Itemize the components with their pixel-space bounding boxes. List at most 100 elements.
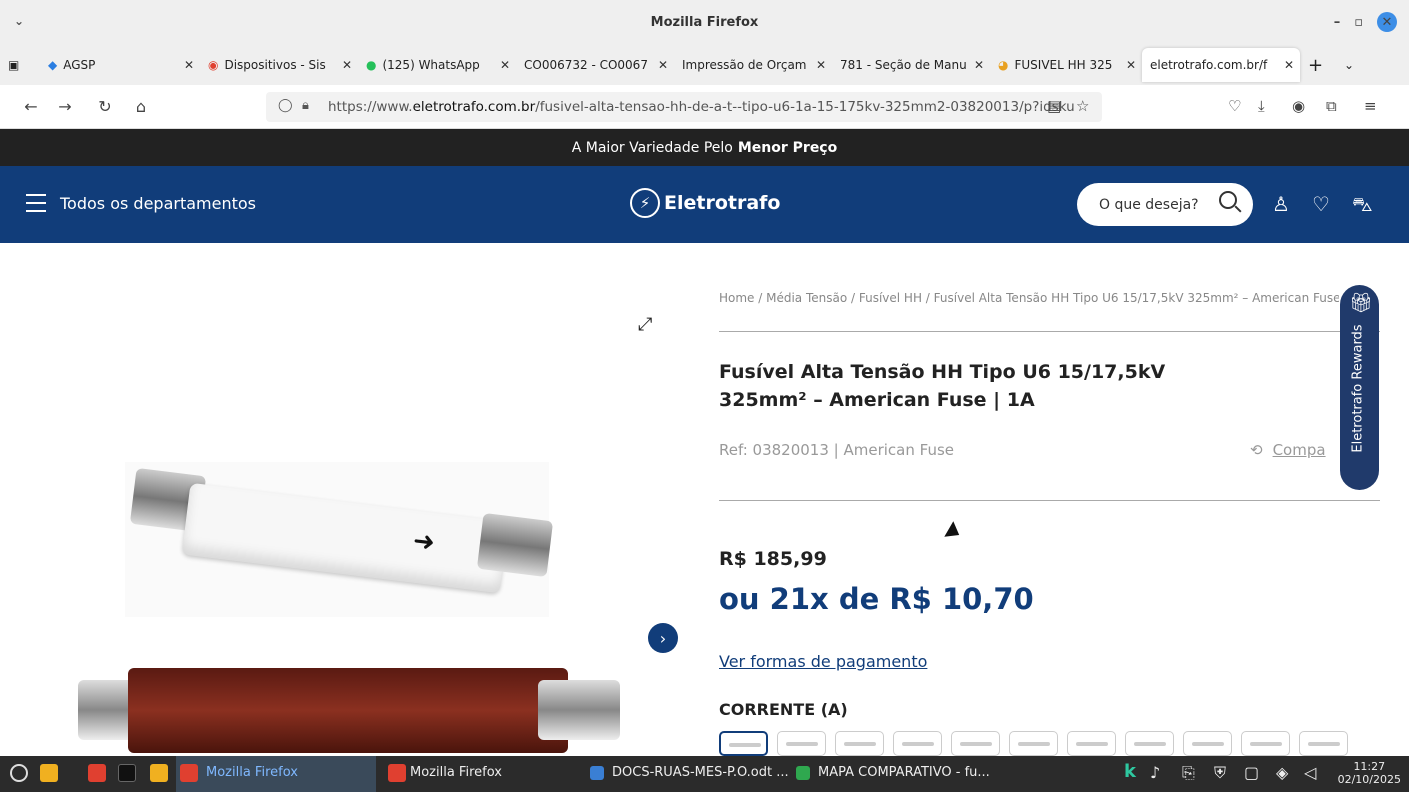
tab-close-icon[interactable]: ✕ <box>500 58 510 72</box>
reader-view-icon[interactable]: ▤ <box>1047 97 1061 115</box>
display-icon[interactable]: ▢ <box>1244 763 1259 782</box>
lock-icon[interactable]: 🔒︎ <box>302 98 309 113</box>
option-swatch[interactable] <box>1299 731 1348 756</box>
tab-close-icon[interactable]: ✕ <box>816 58 826 72</box>
tab-bar: ▣ ◆ AGSP ✕ ◉ Dispositivos - Sis ✕ ● (125) Wha… <box>0 45 1409 85</box>
option-label: CORRENTE (A) <box>719 700 848 719</box>
option-swatch[interactable] <box>1125 731 1174 756</box>
payment-options-link[interactable]: Ver formas de pagamento <box>719 652 927 671</box>
tab-close-icon[interactable]: ✕ <box>184 58 194 72</box>
home-icon[interactable]: ⌂ <box>126 97 156 116</box>
search-input[interactable]: O que deseja? <box>1077 183 1253 226</box>
files-icon[interactable] <box>40 764 58 782</box>
minimize-icon[interactable]: – <box>1334 15 1341 30</box>
tab-close-icon[interactable]: ✕ <box>342 58 352 72</box>
tab-list-chevron-icon[interactable]: ⌄ <box>1336 48 1366 82</box>
tab-fusivel[interactable]: ◕ FUSIVEL HH 325 ✕ <box>990 48 1142 82</box>
gift-icon: 🎁︎ <box>1349 292 1374 314</box>
search-icon[interactable] <box>1219 191 1237 209</box>
shield-icon[interactable]: ◯ <box>278 98 293 113</box>
start-menu-icon[interactable] <box>10 764 28 782</box>
calc-sheet-icon <box>796 766 810 780</box>
close-window-icon[interactable]: ✕ <box>1377 12 1397 32</box>
app-menu-icon[interactable]: ≡ <box>1364 97 1377 115</box>
extensions-icon[interactable]: ⧉ <box>1326 97 1337 115</box>
hamburger-menu-icon[interactable] <box>26 194 46 212</box>
kde-connect-icon[interactable]: k <box>1124 761 1136 782</box>
tab-close-icon[interactable]: ✕ <box>658 58 668 72</box>
product-ref: Ref: 03820013 | American Fuse <box>719 441 954 459</box>
reload-icon[interactable]: ↻ <box>90 97 120 116</box>
promo-banner: A Maior Variedade Pelo Menor Preço <box>0 129 1409 166</box>
tab-secao[interactable]: 781 - Seção de Manu ✕ <box>832 48 990 82</box>
new-tab-icon[interactable]: + <box>1300 48 1336 82</box>
option-swatch[interactable] <box>1241 731 1290 756</box>
cart-icon[interactable]: ⛍ <box>1352 192 1373 219</box>
firefox-icon <box>180 764 198 782</box>
breadcrumb[interactable]: Home / Média Tensão / Fusível HH / Fusív… <box>719 291 1339 305</box>
tab-impressao[interactable]: Impressão de Orçam ✕ <box>674 48 832 82</box>
tab-close-icon[interactable]: ✕ <box>974 58 984 72</box>
taskbar-item-firefox[interactable]: Mozilla Firefox <box>384 756 574 792</box>
security-shield-icon[interactable]: ⛨ <box>1214 763 1226 783</box>
navigation-bar: ← → ↻ ⌂ ◯ 🔒︎ https://www. eletrotrafo.com… <box>0 85 1409 129</box>
wishlist-heart-icon[interactable]: ♡ <box>1312 192 1330 216</box>
share-icon: ⟲ <box>1250 441 1263 459</box>
tab-overview-icon[interactable]: ▣ <box>0 48 40 82</box>
option-swatch[interactable] <box>1067 731 1116 756</box>
lightning-logo-icon: ⚡︎ <box>630 188 660 218</box>
current-option-swatches <box>719 731 1348 756</box>
os-taskbar: Mozilla Firefox Mozilla Firefox DOCS-RUA… <box>0 756 1409 792</box>
tab-agsp[interactable]: ◆ AGSP ✕ <box>40 48 200 82</box>
tab-co006732[interactable]: CO006732 - CO0067 ✕ <box>516 48 674 82</box>
departments-menu[interactable]: Todos os departamentos <box>60 194 256 213</box>
volume-icon[interactable]: ◁ <box>1304 763 1316 782</box>
forward-icon[interactable]: → <box>50 97 80 116</box>
option-swatch[interactable] <box>951 731 1000 756</box>
download-icon[interactable]: ⤓ <box>1258 97 1265 115</box>
expand-icon[interactable]: ⤢ <box>638 314 652 335</box>
option-swatch[interactable] <box>1009 731 1058 756</box>
account-icon[interactable]: ◉ <box>1292 97 1305 115</box>
firefox-launcher-icon[interactable] <box>88 764 106 782</box>
option-swatch[interactable] <box>1183 731 1232 756</box>
window-menu-chevron-icon[interactable]: ⌄ <box>14 14 24 28</box>
site-logo[interactable]: ⚡︎ Eletrotrafo <box>630 188 780 218</box>
agsp-favicon-icon: ◆ <box>48 58 58 72</box>
back-icon[interactable]: ← <box>16 97 46 116</box>
user-icon[interactable]: ♙ <box>1272 192 1290 216</box>
pocket-icon[interactable]: ♡ <box>1228 97 1241 115</box>
restore-icon[interactable]: ▫ <box>1354 15 1363 30</box>
option-swatch[interactable] <box>893 731 942 756</box>
tab-close-icon[interactable]: ✕ <box>1284 58 1294 72</box>
option-swatch[interactable] <box>719 731 768 756</box>
rewards-tab[interactable]: 🎁︎ Eletrotrafo Rewards <box>1340 285 1379 490</box>
clock[interactable]: 11:27 02/10/2025 <box>1338 760 1401 786</box>
firefox-icon <box>388 764 406 782</box>
gallery-next-button[interactable]: › <box>648 623 678 653</box>
whatsapp-favicon-icon: ● <box>366 58 377 72</box>
clipboard-icon[interactable]: ⎘ <box>1182 763 1195 783</box>
shield-favicon-icon: ◉ <box>208 58 219 72</box>
site-header: Todos os departamentos ⚡︎ Eletrotrafo O … <box>0 166 1409 243</box>
folder-icon[interactable] <box>150 764 168 782</box>
tab-close-icon[interactable]: ✕ <box>1126 58 1136 72</box>
network-icon[interactable]: ◈ <box>1276 763 1288 782</box>
tab-dispositivos[interactable]: ◉ Dispositivos - Sis ✕ <box>200 48 358 82</box>
address-bar[interactable]: ◯ 🔒︎ https://www. eletrotrafo.com.br/fusi… <box>266 92 1102 122</box>
terminal-icon[interactable] <box>118 764 136 782</box>
chevron-right-icon: › <box>659 628 667 648</box>
divider <box>719 500 1380 501</box>
taskbar-item-calc[interactable]: MAPA COMPARATIVO - fu... <box>792 756 1002 792</box>
taskbar-item-firefox-active[interactable]: Mozilla Firefox <box>176 756 376 792</box>
compare-link[interactable]: ⟲ Compa <box>1250 441 1326 459</box>
tab-eletrotrafo-active[interactable]: eletrotrafo.com.br/f ✕ <box>1142 48 1300 82</box>
product-image-fuse-red <box>68 648 628 758</box>
option-swatch[interactable] <box>835 731 884 756</box>
tab-whatsapp[interactable]: ● (125) WhatsApp ✕ <box>358 48 516 82</box>
writer-doc-icon <box>590 766 604 780</box>
taskbar-item-writer[interactable]: DOCS-RUAS-MES-P.O.odt ... <box>586 756 789 792</box>
option-swatch[interactable] <box>777 731 826 756</box>
notification-bell-icon[interactable]: ♪ <box>1150 763 1160 782</box>
bookmark-star-icon[interactable]: ☆ <box>1076 97 1089 115</box>
